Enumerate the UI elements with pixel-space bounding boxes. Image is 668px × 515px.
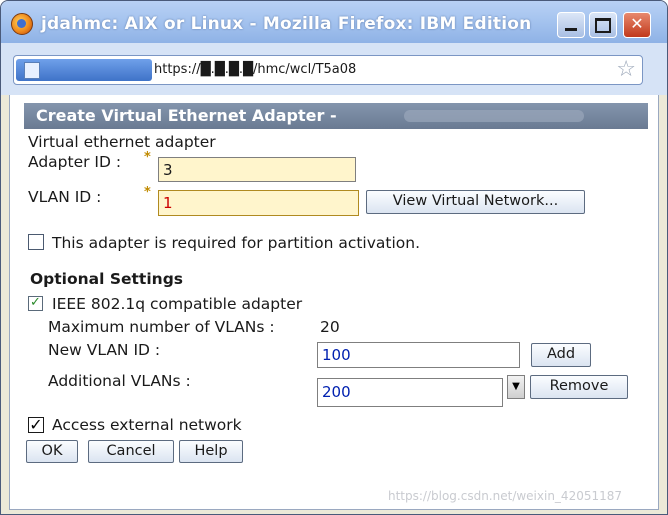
- remove-vlan-button[interactable]: Remove: [530, 375, 628, 399]
- required-for-activation-label: This adapter is required for partition a…: [52, 234, 421, 252]
- maximize-button[interactable]: [589, 12, 617, 38]
- access-external-label: Access external network: [52, 416, 242, 434]
- ieee-label: IEEE 802.1q compatible adapter: [52, 295, 303, 313]
- max-vlans-value: 20: [320, 318, 340, 336]
- new-vlan-id-input[interactable]: [317, 342, 520, 368]
- adapter-id-required-star: *: [144, 150, 151, 165]
- url-text[interactable]: https://█.█.█.█/hmc/wcl/T5a08: [154, 62, 356, 77]
- minimize-icon: [565, 28, 577, 31]
- access-external-checkbox[interactable]: ✓: [28, 417, 44, 433]
- maximize-icon: [595, 18, 611, 33]
- dropdown-arrow-icon[interactable]: ▼: [507, 375, 525, 399]
- additional-vlans-list[interactable]: 200: [317, 378, 503, 407]
- close-icon: ✕: [630, 14, 644, 33]
- watermark: https://blog.csdn.net/weixin_42051187: [388, 489, 623, 503]
- window-title: jdahmc: AIX or Linux - Mozilla Firefox: …: [41, 14, 532, 34]
- browser-window: jdahmc: AIX or Linux - Mozilla Firefox: …: [0, 0, 668, 515]
- bookmark-star-icon[interactable]: ☆: [616, 57, 636, 83]
- close-button[interactable]: ✕: [623, 12, 651, 38]
- address-row: https://█.█.█.█/hmc/wcl/T5a08 ☆: [1, 43, 667, 95]
- help-button[interactable]: Help: [179, 440, 243, 463]
- dialog-title: Create Virtual Ethernet Adapter -: [36, 106, 337, 125]
- site-identity-button[interactable]: [16, 59, 152, 81]
- optional-settings-heading: Optional Settings: [30, 270, 184, 288]
- section-label: Virtual ethernet adapter: [28, 133, 216, 151]
- vlan-id-label: VLAN ID :: [28, 188, 102, 206]
- vlan-id-input[interactable]: [158, 190, 359, 216]
- max-vlans-label: Maximum number of VLANs :: [48, 318, 275, 336]
- additional-vlans-label: Additional VLANs :: [48, 372, 191, 390]
- page-icon: [24, 62, 40, 79]
- cancel-button[interactable]: Cancel: [88, 440, 174, 463]
- new-vlan-id-label: New VLAN ID :: [48, 341, 161, 359]
- view-virtual-network-button[interactable]: View Virtual Network...: [366, 190, 585, 214]
- adapter-id-input[interactable]: [158, 157, 356, 182]
- dialog-content: Create Virtual Ethernet Adapter - Virtua…: [9, 95, 659, 510]
- title-bar[interactable]: jdahmc: AIX or Linux - Mozilla Firefox: …: [1, 1, 667, 43]
- firefox-icon: [11, 13, 33, 35]
- redacted-partition-name: [404, 110, 584, 122]
- vlan-id-required-star: *: [144, 185, 151, 200]
- adapter-id-label: Adapter ID :: [28, 153, 122, 171]
- add-vlan-button[interactable]: Add: [531, 343, 591, 367]
- required-for-activation-checkbox[interactable]: [28, 234, 44, 250]
- address-bar[interactable]: https://█.█.█.█/hmc/wcl/T5a08 ☆: [13, 55, 643, 85]
- dialog-header: Create Virtual Ethernet Adapter -: [24, 103, 648, 129]
- minimize-button[interactable]: [557, 12, 585, 38]
- ok-button[interactable]: OK: [26, 440, 78, 463]
- ieee-checkbox[interactable]: ✓: [28, 296, 43, 311]
